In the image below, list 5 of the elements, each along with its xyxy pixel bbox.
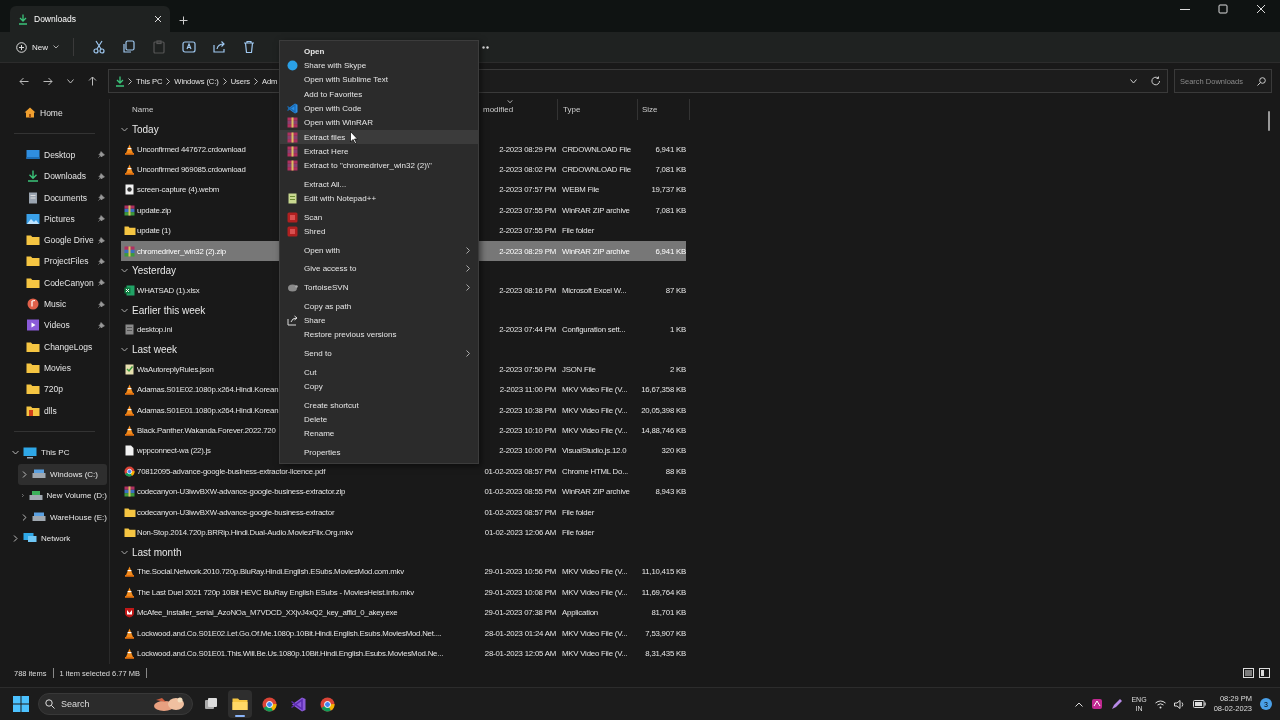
tree-label: Windows (C:) xyxy=(50,469,98,479)
tree-label: Network xyxy=(41,533,71,543)
tree-label: WareHouse (E:) xyxy=(49,512,107,522)
tree-label: This PC xyxy=(41,448,70,458)
tree-label: New Volume (D:) xyxy=(46,491,107,501)
